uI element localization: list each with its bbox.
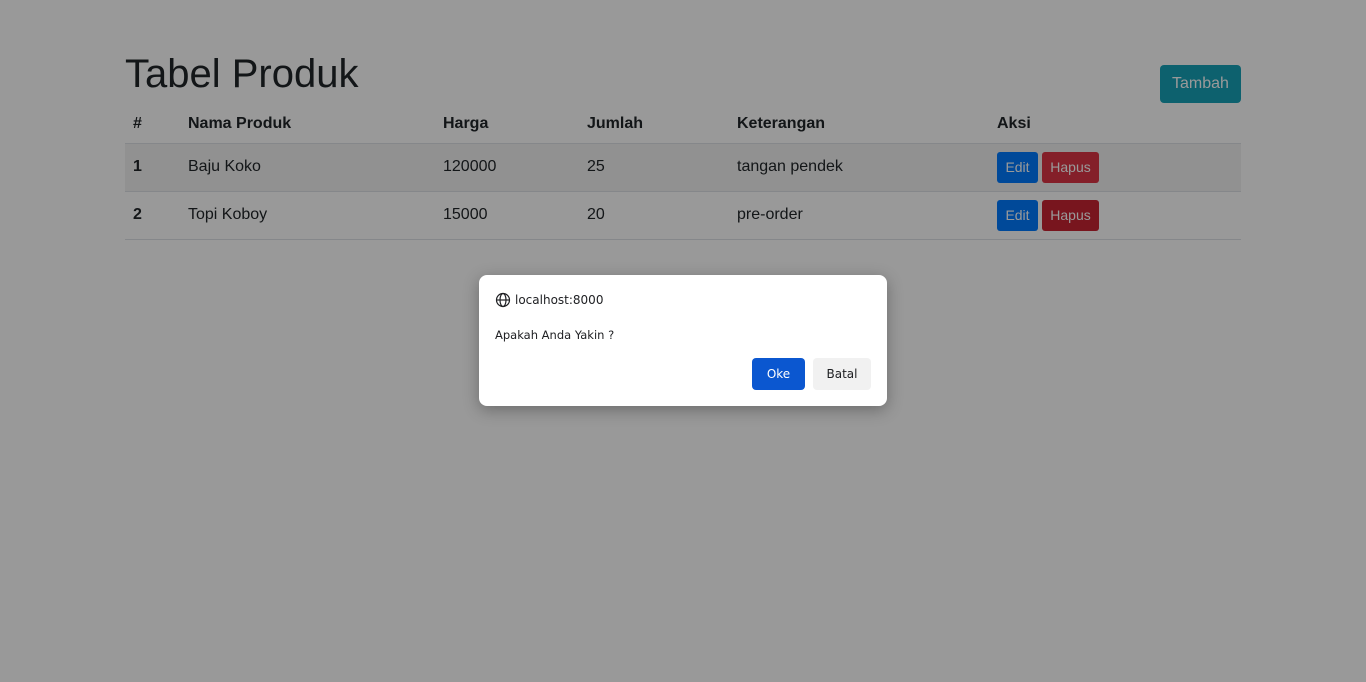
ok-button[interactable]: Oke <box>752 358 805 390</box>
dialog-message: Apakah Anda Yakin ? <box>495 328 615 342</box>
dialog-origin: localhost:8000 <box>495 292 603 308</box>
confirm-dialog: localhost:8000 Apakah Anda Yakin ? Oke B… <box>479 275 887 406</box>
cancel-button[interactable]: Batal <box>813 358 871 390</box>
dialog-origin-text: localhost:8000 <box>515 293 604 307</box>
globe-icon <box>495 292 511 308</box>
